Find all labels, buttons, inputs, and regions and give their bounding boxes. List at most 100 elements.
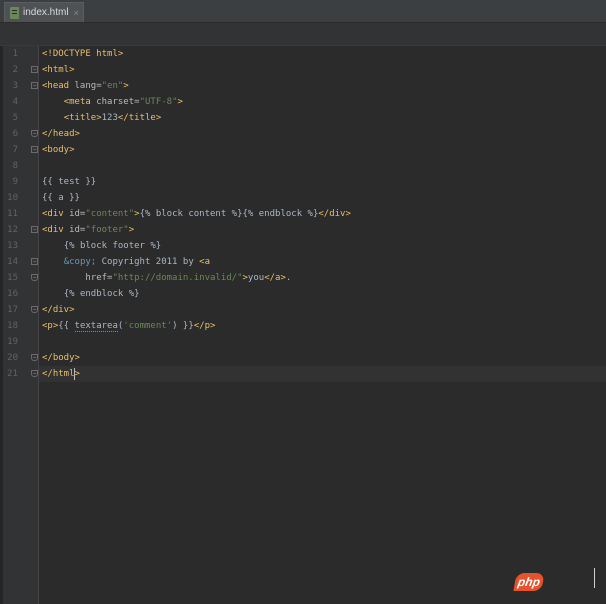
code-line[interactable]: {% block footer %}: [42, 238, 162, 254]
fold-toggle-icon[interactable]: −: [31, 130, 38, 137]
line-number: 20: [7, 353, 18, 363]
code-line[interactable]: </body>: [42, 350, 80, 366]
fold-toggle-icon[interactable]: −: [31, 354, 38, 361]
code-token: .: [285, 273, 292, 283]
code-line[interactable]: <p>{{ textarea('comment') }}</p>: [42, 318, 215, 334]
code-token: "footer": [85, 225, 129, 235]
line-number: 6: [12, 129, 18, 139]
breadcrumb-bar: [0, 23, 606, 46]
html-file-icon: [10, 6, 19, 19]
code-token: {% block content %}{% endblock %}: [139, 209, 319, 219]
code-token: >: [177, 97, 183, 107]
editor-tab-bar: index.html ×: [0, 0, 606, 23]
divider: [594, 568, 595, 588]
code-token: lang=: [74, 81, 102, 91]
line-number: 1: [12, 49, 18, 59]
line-number: 15: [7, 273, 18, 283]
close-icon[interactable]: ×: [74, 8, 79, 18]
line-number: 4: [12, 97, 18, 107]
code-line[interactable]: </head>: [42, 126, 80, 142]
text-caret: [74, 368, 75, 380]
watermark-plate: [545, 568, 593, 593]
code-line[interactable]: <body>: [42, 142, 75, 158]
code-token: "en": [101, 81, 124, 91]
tab-index-html[interactable]: index.html ×: [4, 2, 84, 22]
code-line[interactable]: <head lang="en">: [42, 78, 129, 94]
fold-toggle-icon[interactable]: −: [31, 226, 38, 233]
code-token: "content": [85, 209, 135, 219]
code-token: </div>: [318, 209, 351, 219]
current-line-highlight: [39, 366, 606, 382]
code-token: textarea: [74, 321, 118, 332]
fold-toggle-icon[interactable]: −: [31, 66, 38, 73]
code-token: <meta: [63, 97, 97, 107]
code-token: ) }}: [172, 321, 194, 331]
code-token: {{: [58, 321, 75, 331]
code-token: Copyright 2011 by: [96, 257, 200, 267]
line-number: 18: [7, 321, 18, 331]
code-token: <title>: [63, 113, 102, 123]
code-token: <head: [42, 81, 75, 91]
code-token: </head>: [42, 129, 80, 139]
line-number: 21: [7, 369, 18, 379]
code-token: <html>: [42, 65, 75, 75]
line-number: 11: [7, 209, 18, 219]
line-number: 8: [12, 161, 18, 171]
code-line[interactable]: <meta charset="UTF-8">: [42, 94, 183, 110]
code-token: <div: [42, 225, 70, 235]
fold-toggle-icon[interactable]: −: [31, 146, 38, 153]
code-token: >: [123, 81, 129, 91]
fold-toggle-icon[interactable]: −: [31, 370, 38, 377]
watermark-text: php: [516, 575, 542, 589]
fold-toggle-icon[interactable]: −: [31, 82, 38, 89]
code-token: 123: [101, 113, 118, 123]
code-token: <p>: [42, 321, 59, 331]
code-line[interactable]: href="http://domain.invalid/">you</a>.: [42, 270, 291, 286]
code-token: </body>: [42, 353, 80, 363]
code-token: href=: [85, 273, 113, 283]
fold-toggle-icon[interactable]: −: [31, 258, 38, 265]
code-token: {% block footer %}: [63, 241, 162, 251]
line-number: 5: [12, 113, 18, 123]
code-line[interactable]: <div id="content">{% block content %}{% …: [42, 206, 351, 222]
code-line[interactable]: &copy; Copyright 2011 by <a: [42, 254, 210, 270]
code-token: <body>: [42, 145, 75, 155]
line-number: 9: [12, 177, 18, 187]
code-token: id=: [69, 225, 86, 235]
code-token: "http://domain.invalid/": [112, 273, 243, 283]
line-number: 2: [12, 65, 18, 75]
code-token: "UTF-8": [139, 97, 178, 107]
code-token: </div>: [42, 305, 75, 315]
fold-toggle-icon[interactable]: −: [31, 306, 38, 313]
line-number: 13: [7, 241, 18, 251]
code-line[interactable]: </div>: [42, 302, 75, 318]
code-token: </title>: [117, 113, 162, 123]
fold-toggle-icon[interactable]: −: [31, 274, 38, 281]
code-line[interactable]: <!DOCTYPE html>: [42, 46, 123, 62]
code-line[interactable]: {{ a }}: [42, 190, 80, 206]
code-line[interactable]: <title>123</title>: [42, 110, 162, 126]
line-number: 19: [7, 337, 18, 347]
tab-label: index.html: [23, 7, 69, 18]
code-line[interactable]: {{ test }}: [42, 174, 96, 190]
code-token: {{ test }}: [42, 177, 97, 187]
code-token: <a: [199, 257, 210, 267]
line-number: 16: [7, 289, 18, 299]
code-line[interactable]: <div id="footer">: [42, 222, 134, 238]
line-number: 7: [12, 145, 18, 155]
code-token: charset=: [96, 97, 140, 107]
line-number: 12: [7, 225, 18, 235]
code-line[interactable]: <html>: [42, 62, 75, 78]
code-token: {{ a }}: [42, 193, 80, 203]
code-token: <div: [42, 209, 70, 219]
code-token: you: [247, 273, 265, 283]
code-line[interactable]: {% endblock %}: [42, 286, 140, 302]
code-token: </p>: [193, 321, 216, 331]
php-watermark-logo: php: [513, 573, 545, 591]
